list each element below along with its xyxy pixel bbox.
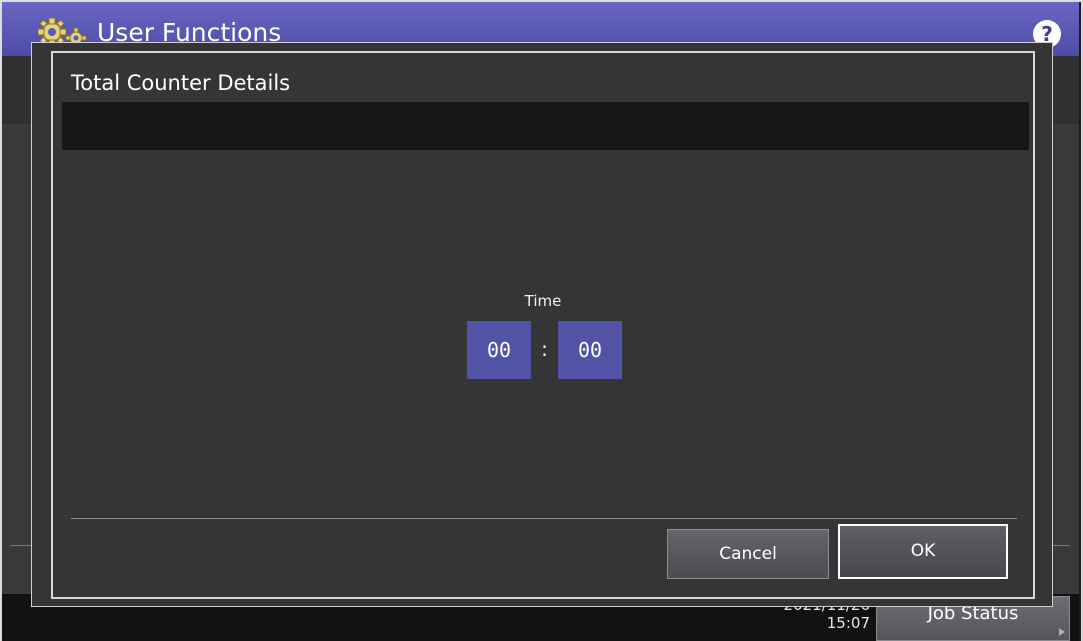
ok-button[interactable]: OK: [838, 524, 1008, 579]
hours-field[interactable]: 00: [467, 321, 531, 379]
time-label: Time: [524, 292, 562, 310]
total-counter-dialog: Total Counter Details Time 00 : 00 Cance…: [31, 42, 1053, 607]
time-text: 15:07: [826, 614, 870, 632]
dialog-panel: Total Counter Details Time 00 : 00 Cance…: [51, 51, 1035, 599]
play-arrow-icon: [1059, 628, 1065, 636]
time-separator: :: [541, 337, 548, 361]
dialog-title: Total Counter Details: [71, 71, 291, 95]
dialog-divider: [71, 518, 1017, 519]
dialog-info-bar: [62, 102, 1029, 150]
minutes-field[interactable]: 00: [558, 321, 622, 379]
cancel-button[interactable]: Cancel: [667, 529, 829, 579]
